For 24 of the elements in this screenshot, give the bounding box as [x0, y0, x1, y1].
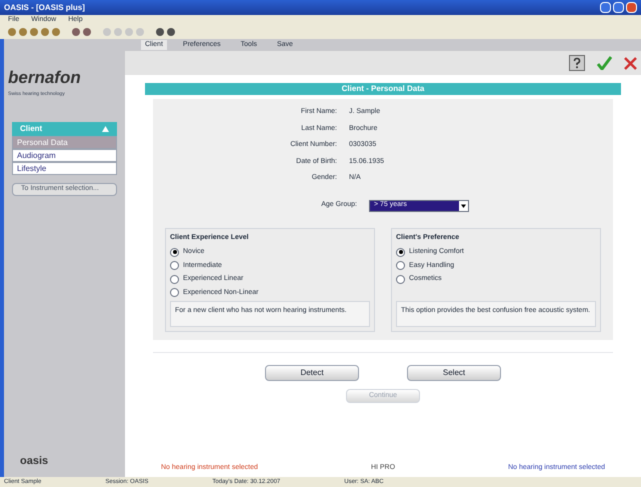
sidebar-item[interactable]: Audiogram	[12, 149, 117, 162]
logo-text: bernafon	[8, 67, 82, 89]
maximize-button[interactable]	[613, 2, 624, 13]
collapse-icon	[102, 126, 109, 132]
sidebar-item[interactable]: Lifestyle	[12, 162, 117, 175]
footer-logo: oasis	[19, 454, 50, 468]
radio-button[interactable]	[170, 274, 179, 284]
help-icon[interactable]	[569, 55, 585, 71]
action-button[interactable]: Select	[407, 365, 501, 381]
radio-button[interactable]	[170, 261, 179, 270]
dropdown-icon	[459, 200, 468, 210]
close-icon[interactable]	[624, 56, 637, 70]
minimize-button[interactable]	[600, 2, 611, 13]
sidebar-title: Client	[20, 123, 42, 135]
window-title: OASIS - [OASIS plus]	[4, 2, 85, 14]
close-button[interactable]	[626, 2, 637, 13]
action-button[interactable]: Detect	[265, 365, 359, 381]
radio-button[interactable]	[170, 288, 179, 298]
checkmark-icon[interactable]	[597, 56, 612, 70]
panel-title: Client - Personal Data	[342, 83, 424, 95]
radio-button[interactable]	[170, 248, 179, 257]
radio-button[interactable]	[396, 274, 405, 284]
radio-button[interactable]	[396, 248, 405, 257]
radio-button[interactable]	[396, 261, 405, 270]
